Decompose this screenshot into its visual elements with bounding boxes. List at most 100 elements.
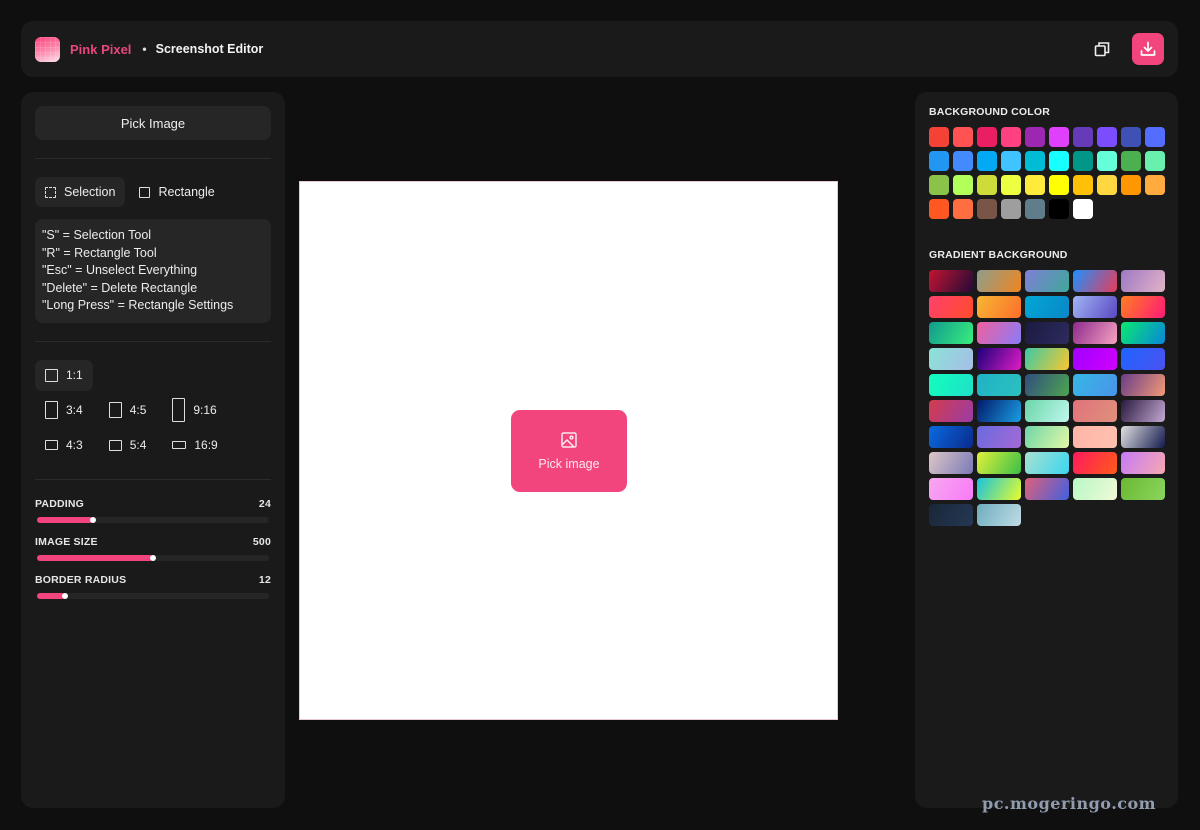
color-swatch[interactable] [1049,127,1069,147]
slider-thumb[interactable] [150,554,156,561]
gradient-swatch[interactable] [977,452,1021,474]
editor-canvas[interactable]: Pick image [299,181,838,720]
color-swatch[interactable] [1121,151,1141,171]
gradient-swatch[interactable] [1121,270,1165,292]
color-swatch[interactable] [977,151,997,171]
gradient-swatch[interactable] [929,374,973,396]
ratio-3-4[interactable]: 3:4 [35,395,93,426]
gradient-swatch[interactable] [977,426,1021,448]
color-swatch[interactable] [1073,175,1093,195]
gradient-swatch[interactable] [929,452,973,474]
ratio-9-16[interactable]: 9:16 [162,395,226,426]
gradient-swatch[interactable] [1025,400,1069,422]
color-swatch[interactable] [1121,127,1141,147]
gradient-swatch[interactable] [1073,348,1117,370]
gradient-swatch[interactable] [1025,374,1069,396]
gradient-swatch[interactable] [977,478,1021,500]
color-swatch[interactable] [1001,151,1021,171]
slider-thumb[interactable] [89,516,96,523]
color-swatch[interactable] [1073,127,1093,147]
gradient-swatch[interactable] [977,296,1021,318]
color-swatch[interactable] [953,127,973,147]
slider-track[interactable] [37,554,269,561]
color-swatch[interactable] [929,151,949,171]
gradient-swatch[interactable] [1121,296,1165,318]
pick-image-button[interactable]: Pick Image [35,106,271,140]
gradient-swatch[interactable] [1025,270,1069,292]
color-swatch[interactable] [977,199,997,219]
ratio-4-5[interactable]: 4:5 [99,395,157,426]
color-swatch[interactable] [1025,127,1045,147]
tool-rectangle[interactable]: Rectangle [129,177,224,207]
gradient-swatch[interactable] [977,322,1021,344]
copy-button[interactable] [1086,33,1118,65]
color-swatch[interactable] [1073,199,1093,219]
color-swatch[interactable] [1097,151,1117,171]
gradient-swatch[interactable] [1073,374,1117,396]
gradient-swatch[interactable] [1073,400,1117,422]
gradient-swatch[interactable] [1121,348,1165,370]
slider-thumb[interactable] [61,592,68,599]
color-swatch[interactable] [1001,199,1021,219]
color-swatch[interactable] [977,127,997,147]
gradient-swatch[interactable] [1025,452,1069,474]
color-swatch[interactable] [1025,175,1045,195]
ratio-16-9[interactable]: 16:9 [162,430,227,461]
color-swatch[interactable] [929,127,949,147]
color-swatch[interactable] [1145,151,1165,171]
gradient-swatch[interactable] [977,348,1021,370]
gradient-swatch[interactable] [977,270,1021,292]
slider-track[interactable] [37,592,269,599]
gradient-swatch[interactable] [1025,426,1069,448]
gradient-swatch[interactable] [1121,374,1165,396]
color-swatch[interactable] [1121,175,1141,195]
ratio-1-1[interactable]: 1:1 [35,359,93,391]
color-swatch[interactable] [977,175,997,195]
slider-track[interactable] [37,516,269,523]
color-swatch[interactable] [953,175,973,195]
color-swatch[interactable] [1073,151,1093,171]
gradient-swatch[interactable] [929,270,973,292]
gradient-swatch[interactable] [977,374,1021,396]
gradient-swatch[interactable] [1025,296,1069,318]
download-button[interactable] [1132,33,1164,65]
gradient-swatch[interactable] [1073,322,1117,344]
gradient-swatch[interactable] [1073,426,1117,448]
color-swatch[interactable] [953,199,973,219]
color-swatch[interactable] [1001,175,1021,195]
gradient-swatch[interactable] [929,426,973,448]
gradient-swatch[interactable] [1073,452,1117,474]
ratio-5-4[interactable]: 5:4 [99,430,157,461]
canvas-pick-image-button[interactable]: Pick image [511,410,627,492]
color-swatch[interactable] [1001,127,1021,147]
gradient-swatch[interactable] [977,504,1021,526]
gradient-swatch[interactable] [977,400,1021,422]
color-swatch[interactable] [953,151,973,171]
gradient-swatch[interactable] [1121,452,1165,474]
color-swatch[interactable] [1097,175,1117,195]
gradient-swatch[interactable] [929,348,973,370]
color-swatch[interactable] [1049,151,1069,171]
color-swatch[interactable] [1145,127,1165,147]
gradient-swatch[interactable] [1073,478,1117,500]
gradient-swatch[interactable] [1073,296,1117,318]
color-swatch[interactable] [1049,175,1069,195]
gradient-swatch[interactable] [1121,400,1165,422]
color-swatch[interactable] [1025,199,1045,219]
gradient-swatch[interactable] [1025,322,1069,344]
gradient-swatch[interactable] [1025,478,1069,500]
color-swatch[interactable] [1049,199,1069,219]
gradient-swatch[interactable] [1121,426,1165,448]
ratio-4-3[interactable]: 4:3 [35,430,93,461]
gradient-swatch[interactable] [1121,478,1165,500]
tool-selection[interactable]: Selection [35,177,126,207]
color-swatch[interactable] [929,199,949,219]
gradient-swatch[interactable] [1073,270,1117,292]
gradient-swatch[interactable] [929,504,973,526]
color-swatch[interactable] [1097,127,1117,147]
gradient-swatch[interactable] [1025,348,1069,370]
gradient-swatch[interactable] [1121,322,1165,344]
gradient-swatch[interactable] [929,400,973,422]
gradient-swatch[interactable] [929,296,973,318]
color-swatch[interactable] [1025,151,1045,171]
